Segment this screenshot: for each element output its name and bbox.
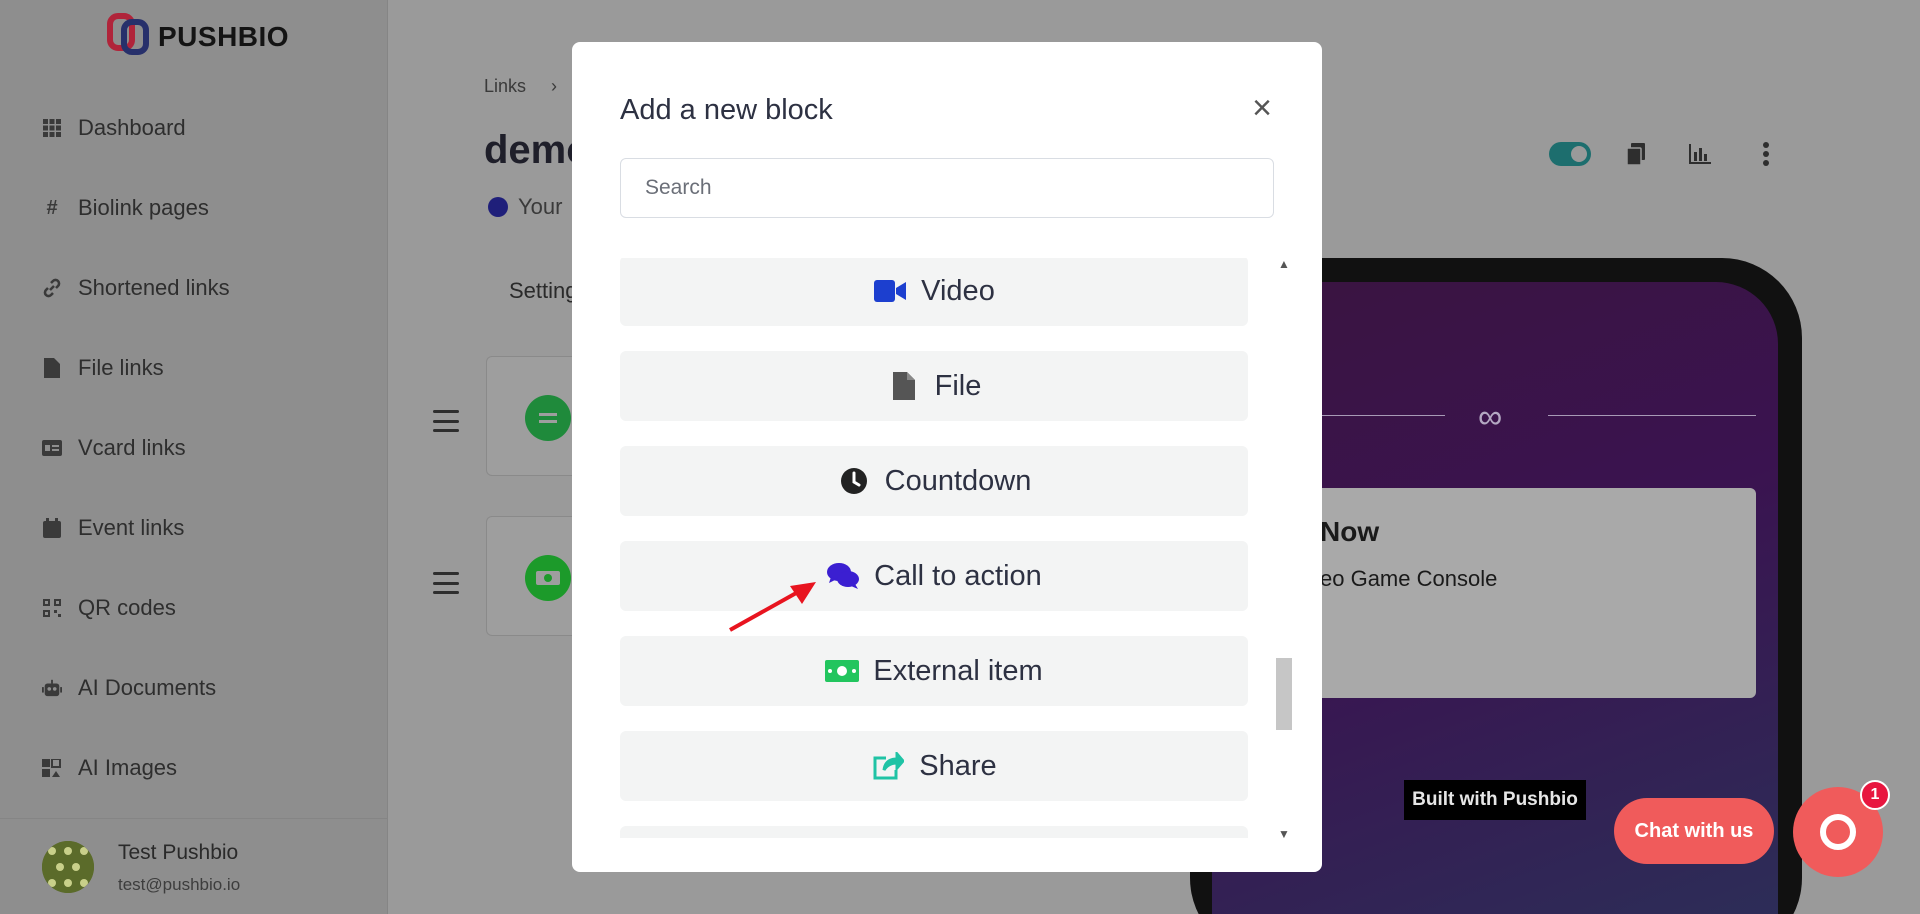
sidebar-item-shortened-links[interactable]: Shortened links [42, 248, 230, 328]
text-block-icon [525, 395, 571, 441]
file-icon [887, 371, 921, 401]
more-options-icon[interactable] [1754, 140, 1778, 168]
sidebar-item-dashboard[interactable]: Dashboard [42, 88, 230, 168]
breadcrumb-links[interactable]: Links [484, 76, 526, 97]
images-icon [42, 758, 62, 778]
status-dot-icon [488, 197, 508, 217]
scrollbar-thumb[interactable] [1276, 658, 1292, 730]
sidebar-item-event-links[interactable]: Event links [42, 488, 230, 568]
block-option-label: Call to action [874, 559, 1042, 592]
brand-logo[interactable]: PUSHBIO [106, 12, 289, 62]
sidebar-item-label: Biolink pages [78, 195, 209, 220]
sidebar-item-label: Vcard links [78, 435, 186, 460]
block-option-label: Countdown [884, 464, 1032, 497]
block-option-label: External item [873, 654, 1043, 687]
money-icon [825, 656, 860, 686]
divider-line [1548, 415, 1756, 416]
user-name: Test Pushbio [118, 841, 239, 864]
avatar [42, 841, 94, 893]
sidebar-nav: Dashboard # Biolink pages Shortened link… [42, 88, 230, 808]
block-option-call-to-action[interactable]: Call to action [620, 541, 1248, 611]
block-option-label: Video [921, 274, 995, 307]
block-card[interactable] [486, 356, 576, 476]
block-option-file[interactable]: File [620, 351, 1248, 421]
brand-name: PUSHBIO [158, 21, 290, 52]
chat-with-us-button[interactable]: Chat with us [1614, 798, 1774, 864]
video-icon [873, 276, 907, 306]
calendar-icon [42, 518, 62, 538]
id-card-icon [42, 438, 62, 458]
search-input[interactable] [620, 158, 1274, 218]
annotation-arrow-icon [729, 582, 816, 632]
breadcrumb-separator: › [551, 76, 557, 96]
copy-icon[interactable] [1624, 140, 1648, 168]
close-icon[interactable]: × [1248, 91, 1276, 125]
enabled-toggle[interactable] [1549, 142, 1591, 166]
page-subtitle: Your [488, 194, 562, 220]
block-option-countdown[interactable]: Countdown [620, 446, 1248, 516]
pushbio-logo-icon [106, 12, 156, 62]
grid-icon [42, 118, 62, 138]
sidebar-item-label: AI Images [78, 755, 178, 780]
chat-unread-badge: 1 [1860, 780, 1890, 810]
hash-icon: # [46, 196, 58, 219]
block-option-label: Share [919, 749, 997, 782]
file-icon [42, 358, 62, 378]
sidebar-item-label: File links [78, 355, 164, 380]
sidebar: PUSHBIO Dashboard # Biolink pages Shorte… [0, 0, 388, 914]
block-list: Video File Countdown Call to action Exte… [620, 258, 1248, 838]
drag-handle-icon[interactable] [433, 572, 459, 594]
page-subtitle-text: Your [518, 194, 563, 219]
built-with-badge[interactable]: Built with Pushbio [1404, 780, 1586, 820]
sidebar-item-vcard-links[interactable]: Vcard links [42, 408, 230, 488]
drag-handle-icon[interactable] [433, 410, 459, 432]
sidebar-item-label: Shortened links [78, 275, 230, 300]
chat-bubble-icon [1820, 814, 1856, 850]
block-option-label: File [934, 369, 982, 402]
block-card[interactable] [486, 516, 576, 636]
block-option-video[interactable]: Video [620, 258, 1248, 326]
robot-icon [42, 678, 62, 698]
sidebar-item-label: Dashboard [78, 115, 186, 140]
clock-icon [837, 466, 871, 496]
sidebar-item-label: QR codes [78, 595, 176, 620]
statistics-icon[interactable] [1688, 140, 1712, 168]
block-option-partial[interactable] [620, 826, 1248, 838]
sidebar-item-biolink-pages[interactable]: # Biolink pages [42, 168, 230, 248]
link-icon [42, 278, 62, 298]
sidebar-item-label: Event links [78, 515, 185, 540]
modal-title: Add a new block [620, 94, 833, 126]
block-option-external-item[interactable]: External item [620, 636, 1248, 706]
infinity-icon: ∞ [1478, 398, 1503, 436]
sidebar-item-qr-codes[interactable]: QR codes [42, 568, 230, 648]
share-icon [871, 751, 905, 781]
product-title: Now [1320, 516, 1380, 547]
product-subtitle: eo Game Console [1320, 566, 1498, 591]
block-option-share[interactable]: Share [620, 731, 1248, 801]
comments-icon [826, 561, 860, 591]
money-icon [525, 555, 571, 601]
scroll-up-arrow-icon[interactable]: ▲ [1274, 254, 1294, 274]
add-block-modal: Add a new block × Video File Countdown C [572, 42, 1322, 872]
sidebar-item-ai-images[interactable]: AI Images [42, 728, 230, 808]
sidebar-item-ai-documents[interactable]: AI Documents [42, 648, 230, 728]
sidebar-item-file-links[interactable]: File links [42, 328, 230, 408]
user-profile[interactable]: Test Pushbio test@pushbio.io [0, 818, 388, 914]
user-email: test@pushbio.io [118, 875, 241, 894]
sidebar-item-label: AI Documents [78, 675, 217, 700]
scroll-down-arrow-icon[interactable]: ▼ [1274, 824, 1294, 844]
qrcode-icon [42, 598, 62, 618]
